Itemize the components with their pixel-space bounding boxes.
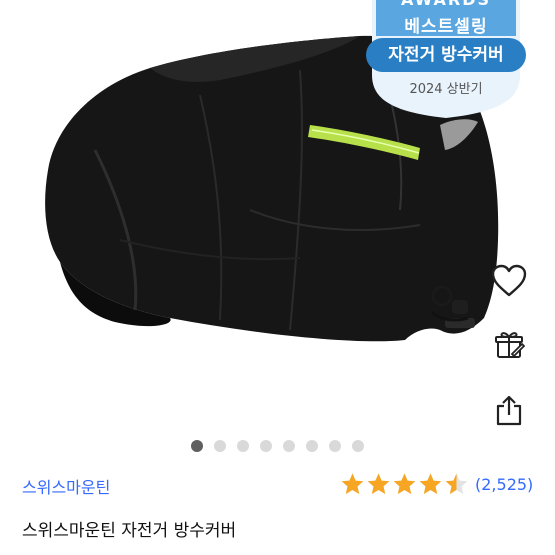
award-badge-category: 자전거 방수커버 <box>366 38 526 72</box>
image-pager[interactable] <box>0 439 555 453</box>
pager-dot[interactable] <box>260 440 272 452</box>
pager-dot[interactable] <box>329 440 341 452</box>
gift-button[interactable] <box>487 322 531 366</box>
share-icon <box>496 395 522 426</box>
product-title: 스위스마운틴 자전거 방수커버 <box>22 521 237 541</box>
award-badge: AWARDS 베스트셀링 자전거 방수커버 2024 상반기 <box>362 0 530 118</box>
share-button[interactable] <box>487 388 531 430</box>
pager-dot[interactable] <box>306 440 318 452</box>
star-icon <box>445 473 468 494</box>
brand-link[interactable]: 스위스마운틴 <box>22 474 110 498</box>
star-icon <box>419 473 442 494</box>
award-badge-title: AWARDS <box>362 0 530 9</box>
gift-icon <box>495 332 525 358</box>
award-badge-period: 2024 상반기 <box>409 82 483 97</box>
pager-dot[interactable] <box>283 440 295 452</box>
pager-dot[interactable] <box>237 440 249 452</box>
pager-dot[interactable] <box>352 440 364 452</box>
star-icon <box>341 473 364 494</box>
review-count[interactable]: (2,525) <box>475 475 533 494</box>
rating-stars <box>340 472 469 496</box>
pager-dot[interactable] <box>214 440 226 452</box>
star-icon <box>367 473 390 494</box>
award-badge-subtitle: 베스트셀링 <box>404 17 488 37</box>
product-rating[interactable]: (2,525) <box>340 470 533 498</box>
star-icon <box>393 473 416 494</box>
pager-dot[interactable] <box>191 440 203 452</box>
heart-outline-icon <box>491 264 527 297</box>
wishlist-button[interactable] <box>487 259 531 303</box>
product-image-gallery[interactable]: AWARDS 베스트셀링 자전거 방수커버 2024 상반기 <box>0 0 555 430</box>
